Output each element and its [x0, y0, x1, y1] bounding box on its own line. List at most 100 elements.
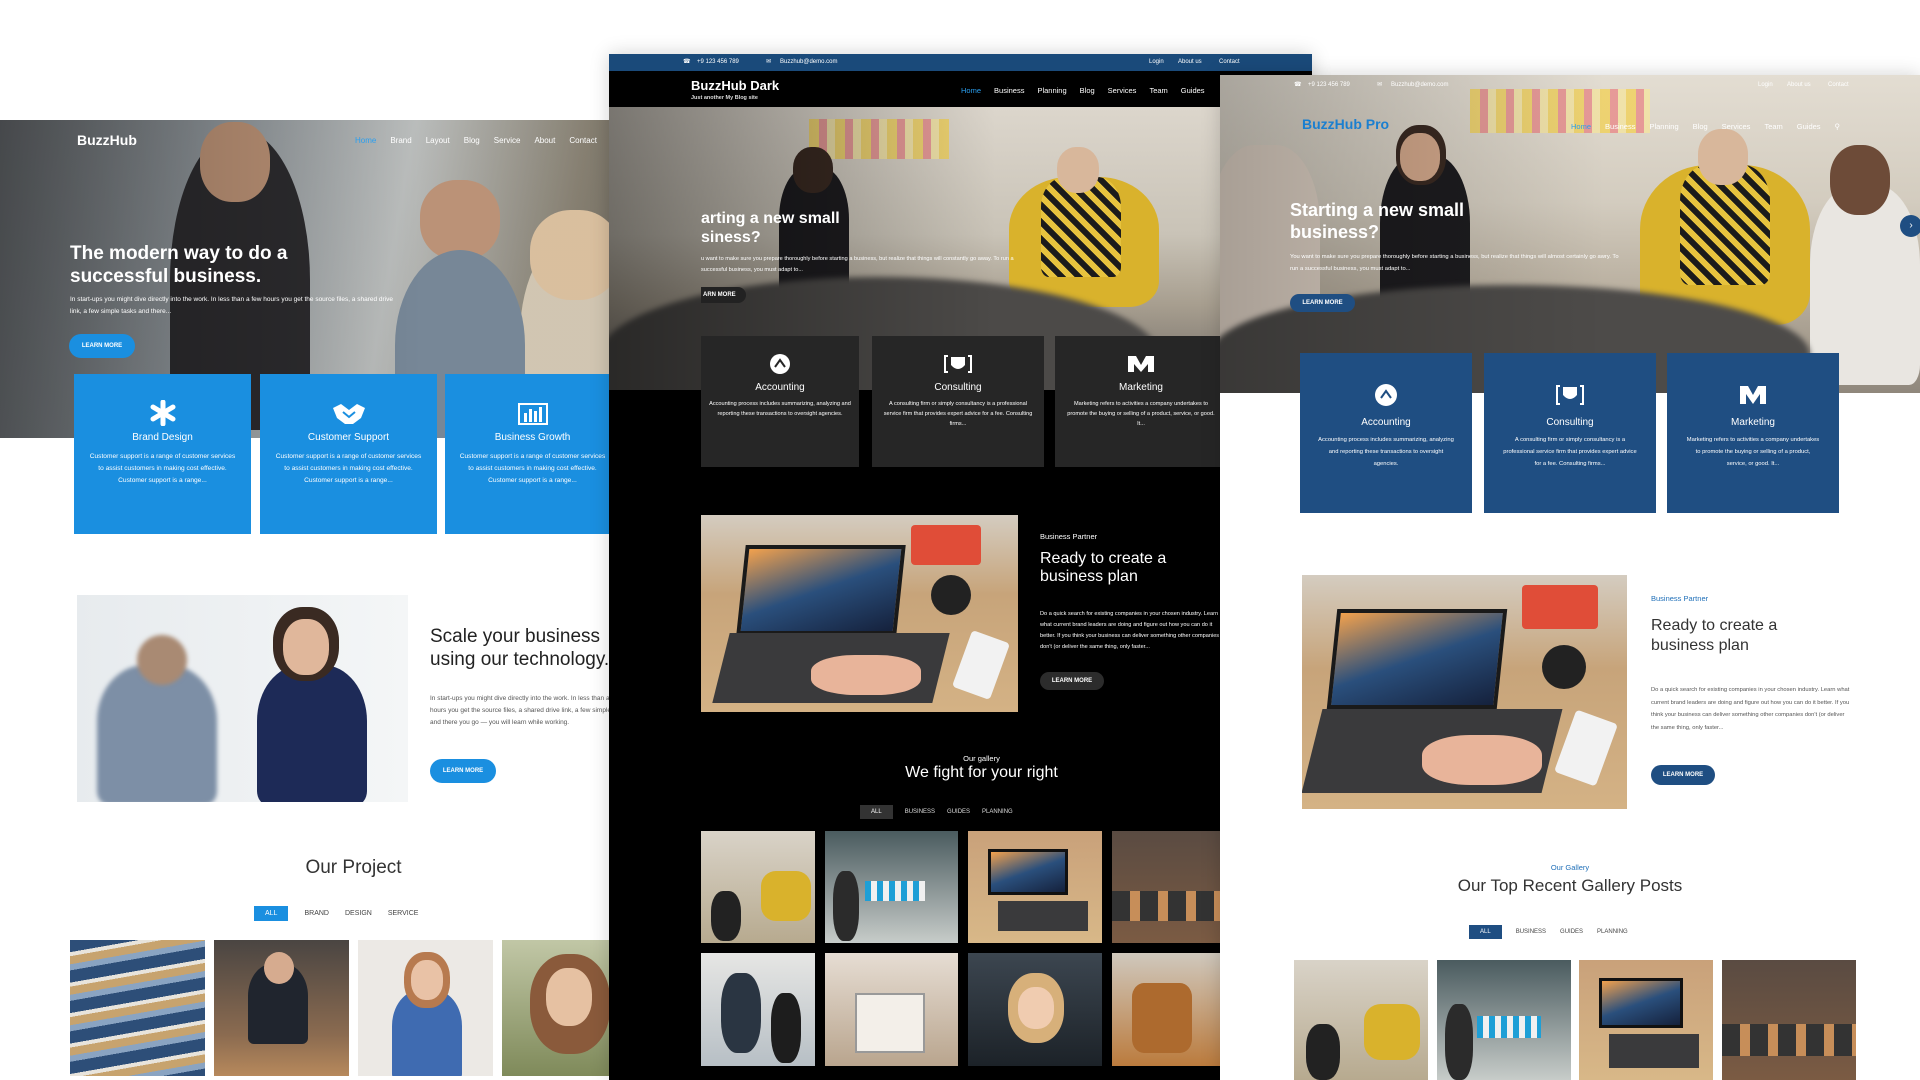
buzzhub-dark-preview: ☎ +9 123 456 789 ✉ Buzzhub@demo.com Logi… — [609, 54, 1312, 1080]
nav-blog[interactable]: Blog — [1693, 122, 1708, 131]
filter-guides[interactable]: GUIDES — [1560, 925, 1583, 939]
nav-home[interactable]: Home — [961, 86, 981, 95]
gallery-thumb[interactable] — [825, 953, 958, 1066]
nav-blog[interactable]: Blog — [1080, 86, 1095, 95]
top-email[interactable]: Buzzhub@demo.com — [780, 59, 837, 65]
hero-learn-more-button[interactable]: LEARN MORE — [69, 334, 135, 358]
screenshot-collage: BuzzHub Home Brand Layout Blog Service A… — [0, 0, 1920, 1080]
feature-card-customer-support[interactable]: Customer Support Customer support is a r… — [260, 374, 437, 534]
hero-text: In start-ups you might dive directly int… — [70, 296, 393, 315]
top-login[interactable]: Login — [1758, 82, 1773, 88]
nav-guides[interactable]: Guides — [1797, 122, 1821, 131]
top-about[interactable]: About us — [1787, 82, 1811, 88]
nav-layout[interactable]: Layout — [426, 136, 450, 145]
filter-business[interactable]: BUSINESS — [1516, 925, 1546, 939]
project-filter-bar: ALL BRAND DESIGN SERVICE — [254, 906, 418, 921]
service-card-consulting[interactable]: Consulting A consulting firm or simply c… — [1484, 353, 1656, 513]
nav-team[interactable]: Team — [1149, 86, 1167, 95]
service-card-marketing[interactable]: Marketing Marketing refers to activities… — [1667, 353, 1839, 513]
gallery-thumb[interactable] — [1579, 960, 1713, 1080]
filter-planning[interactable]: PLANNING — [982, 805, 1013, 819]
nav-home[interactable]: Home — [355, 136, 376, 145]
gallery-thumb[interactable] — [1112, 831, 1227, 943]
gallery-thumb[interactable] — [701, 953, 815, 1066]
site-brand[interactable]: BuzzHub Pro — [1302, 116, 1389, 132]
gallery-thumb[interactable] — [968, 831, 1102, 943]
nav-planning[interactable]: Planning — [1037, 86, 1066, 95]
nav-blog[interactable]: Blog — [464, 136, 480, 145]
site-tagline: Just another My Blog site — [691, 95, 758, 101]
top-email[interactable]: Buzzhub@demo.com — [1391, 82, 1448, 88]
gallery-thumb[interactable] — [1112, 953, 1227, 1066]
card-text: Accounting process includes summarizing,… — [1318, 437, 1454, 467]
nav-home[interactable]: Home — [1571, 122, 1591, 131]
service-card-consulting[interactable]: Consulting A consulting firm or simply c… — [872, 336, 1044, 467]
filter-guides[interactable]: GUIDES — [947, 805, 970, 819]
slider-next-arrow[interactable]: › — [1900, 215, 1920, 237]
hero-learn-more-button[interactable]: LEARN MORE — [1290, 294, 1355, 312]
mail-icon: ✉ — [766, 59, 772, 65]
project-title: Our Project — [305, 857, 402, 878]
nav-contact[interactable]: Contact — [569, 136, 597, 145]
phone-icon: ☎ — [683, 59, 691, 65]
hero-title: Starting a new small business? — [1290, 200, 1465, 242]
top-info-bar: ☎ +9 123 456 789 ✉ Buzzhub@demo.com Logi… — [609, 54, 1312, 71]
site-brand[interactable]: BuzzHub — [77, 132, 137, 148]
gallery-thumb[interactable] — [825, 831, 958, 943]
nav-service[interactable]: Service — [494, 136, 521, 145]
accounting-icon — [1300, 383, 1472, 407]
gallery-thumb[interactable] — [968, 953, 1102, 1066]
nav-services[interactable]: Services — [1722, 122, 1751, 131]
phone-icon: ☎ — [1294, 82, 1302, 88]
about-photo — [77, 595, 408, 802]
search-icon[interactable]: ⚲ — [1835, 122, 1841, 131]
feature-card-business-growth[interactable]: Business Growth Customer support is a ra… — [445, 374, 620, 534]
gallery-thumb[interactable] — [1294, 960, 1428, 1080]
card-title: Marketing — [1119, 382, 1163, 393]
accounting-icon — [701, 353, 859, 375]
card-text: Marketing refers to activities a company… — [1067, 401, 1215, 427]
service-card-marketing[interactable]: Marketing Marketing refers to activities… — [1055, 336, 1227, 467]
filter-all[interactable]: ALL — [860, 805, 893, 819]
top-about[interactable]: About us — [1178, 59, 1202, 65]
nav-business[interactable]: Business — [994, 86, 1024, 95]
feature-card-brand-design[interactable]: Brand Design Customer support is a range… — [74, 374, 251, 534]
top-phone[interactable]: +9 123 456 789 — [697, 59, 739, 65]
nav-services[interactable]: Services — [1108, 86, 1137, 95]
card-text: Customer support is a range of customer … — [459, 453, 606, 484]
project-thumb[interactable] — [70, 940, 205, 1076]
top-contact[interactable]: Contact — [1828, 82, 1849, 88]
hero-learn-more-button[interactable]: ARN MORE — [701, 287, 746, 303]
project-thumb[interactable] — [358, 940, 493, 1076]
top-phone[interactable]: +9 123 456 789 — [1308, 82, 1350, 88]
filter-business[interactable]: BUSINESS — [905, 805, 935, 819]
filter-service[interactable]: SERVICE — [388, 906, 419, 921]
hero-text: You want to make sure you prepare thorou… — [1290, 254, 1619, 272]
gallery-thumb[interactable] — [1722, 960, 1856, 1080]
gallery-title: Our Top Recent Gallery Posts — [1457, 876, 1683, 895]
partner-learn-more-button[interactable]: LEARN MORE — [1651, 765, 1715, 785]
service-card-accounting[interactable]: Accounting Accounting process includes s… — [701, 336, 859, 467]
filter-all[interactable]: ALL — [1469, 925, 1502, 939]
site-brand[interactable]: BuzzHub Dark — [691, 78, 779, 93]
about-learn-more-button[interactable]: LEARN MORE — [430, 759, 496, 783]
nav-brand[interactable]: Brand — [390, 136, 411, 145]
service-card-accounting[interactable]: Accounting Accounting process includes s… — [1300, 353, 1472, 513]
top-contact[interactable]: Contact — [1219, 59, 1240, 65]
nav-about[interactable]: About — [534, 136, 555, 145]
partner-learn-more-button[interactable]: LEARN MORE — [1040, 672, 1104, 690]
nav-team[interactable]: Team — [1764, 122, 1782, 131]
nav-planning[interactable]: Planning — [1649, 122, 1678, 131]
gallery-thumb[interactable] — [1437, 960, 1571, 1080]
main-nav: Home Brand Layout Blog Service About Con… — [355, 136, 617, 145]
gallery-thumb[interactable] — [701, 831, 815, 943]
filter-all[interactable]: ALL — [254, 906, 289, 921]
project-thumb[interactable] — [214, 940, 349, 1076]
nav-guides[interactable]: Guides — [1181, 86, 1205, 95]
nav-business[interactable]: Business — [1605, 122, 1635, 131]
filter-planning[interactable]: PLANNING — [1597, 925, 1628, 939]
card-title: Brand Design — [132, 432, 193, 443]
filter-brand[interactable]: BRAND — [304, 906, 329, 921]
filter-design[interactable]: DESIGN — [345, 906, 372, 921]
top-login[interactable]: Login — [1149, 59, 1164, 65]
